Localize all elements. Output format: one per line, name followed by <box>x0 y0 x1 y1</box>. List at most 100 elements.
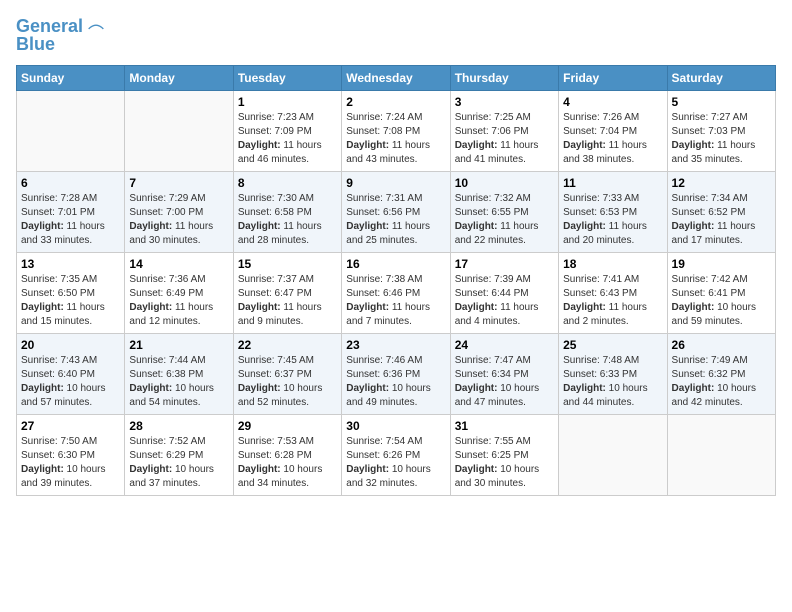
sunset-text: Sunset: 7:08 PM <box>346 125 445 139</box>
sunrise-text: Sunrise: 7:50 AM <box>21 435 120 449</box>
sunrise-text: Sunrise: 7:43 AM <box>21 354 120 368</box>
sunrise-text: Sunrise: 7:31 AM <box>346 192 445 206</box>
daylight-text: Daylight: 10 hours and 52 minutes. <box>238 382 337 410</box>
daylight-text: Daylight: 11 hours and 25 minutes. <box>346 220 445 248</box>
daylight-text: Daylight: 11 hours and 20 minutes. <box>563 220 662 248</box>
calendar-cell: 22Sunrise: 7:45 AMSunset: 6:37 PMDayligh… <box>233 334 341 415</box>
cell-content: Sunrise: 7:23 AMSunset: 7:09 PMDaylight:… <box>238 111 337 167</box>
sunrise-text: Sunrise: 7:35 AM <box>21 273 120 287</box>
daylight-text: Daylight: 10 hours and 54 minutes. <box>129 382 228 410</box>
daylight-text: Daylight: 11 hours and 43 minutes. <box>346 139 445 167</box>
calendar-cell: 30Sunrise: 7:54 AMSunset: 6:26 PMDayligh… <box>342 415 450 496</box>
calendar-cell: 14 Sunrise: 7:36 AMSunset: 6:49 PMDayligh… <box>125 253 233 334</box>
day-number: 7 <box>129 176 228 190</box>
calendar-cell: 9 Sunrise: 7:31 AMSunset: 6:56 PMDaylight… <box>342 172 450 253</box>
calendar-week-row: 20 Sunrise: 7:43 AMSunset: 6:40 PMDayligh… <box>17 334 776 415</box>
calendar-cell <box>125 91 233 172</box>
cell-content: Sunrise: 7:52 AMSunset: 6:29 PMDaylight:… <box>129 435 228 491</box>
cell-content: Sunrise: 7:24 AMSunset: 7:08 PMDaylight:… <box>346 111 445 167</box>
calendar-week-row: 13Sunrise: 7:35 AMSunset: 6:50 PMDayligh… <box>17 253 776 334</box>
sunrise-text: Sunrise: 7:54 AM <box>346 435 445 449</box>
day-number: 20 <box>21 338 120 352</box>
sunrise-text: Sunrise: 7:24 AM <box>346 111 445 125</box>
calendar-week-row: 1Sunrise: 7:23 AMSunset: 7:09 PMDaylight… <box>17 91 776 172</box>
daylight-text: Daylight: 11 hours and 7 minutes. <box>346 301 445 329</box>
sunrise-text: Sunrise: 7:53 AM <box>238 435 337 449</box>
weekday-header: Monday <box>125 66 233 91</box>
calendar-cell: 15Sunrise: 7:37 AMSunset: 6:47 PMDayligh… <box>233 253 341 334</box>
sunrise-text: Sunrise: 7:38 AM <box>346 273 445 287</box>
calendar-cell: 1Sunrise: 7:23 AMSunset: 7:09 PMDaylight… <box>233 91 341 172</box>
daylight-text: Daylight: 11 hours and 2 minutes. <box>563 301 662 329</box>
cell-content: Sunrise: 7:44 AMSunset: 6:38 PMDaylight:… <box>129 354 228 410</box>
cell-content: Sunrise: 7:50 AMSunset: 6:30 PMDaylight:… <box>21 435 120 491</box>
cell-content: Sunrise: 7:38 AMSunset: 6:46 PMDaylight:… <box>346 273 445 329</box>
calendar-week-row: 27Sunrise: 7:50 AMSunset: 6:30 PMDayligh… <box>17 415 776 496</box>
daylight-text: Daylight: 11 hours and 33 minutes. <box>21 220 120 248</box>
sunrise-text: Sunrise: 7:44 AM <box>129 354 228 368</box>
weekday-header: Friday <box>559 66 667 91</box>
day-number: 26 <box>672 338 771 352</box>
daylight-text: Daylight: 10 hours and 57 minutes. <box>21 382 120 410</box>
day-number: 3 <box>455 95 554 109</box>
sunrise-text: Sunrise: 7:45 AM <box>238 354 337 368</box>
daylight-text: Daylight: 11 hours and 35 minutes. <box>672 139 771 167</box>
daylight-text: Daylight: 11 hours and 17 minutes. <box>672 220 771 248</box>
daylight-text: Daylight: 10 hours and 42 minutes. <box>672 382 771 410</box>
day-number: 17 <box>455 257 554 271</box>
sunset-text: Sunset: 6:29 PM <box>129 449 228 463</box>
day-number: 28 <box>129 419 228 433</box>
logo: General Blue <box>16 16 107 55</box>
sunrise-text: Sunrise: 7:30 AM <box>238 192 337 206</box>
sunrise-text: Sunrise: 7:26 AM <box>563 111 662 125</box>
daylight-text: Daylight: 10 hours and 47 minutes. <box>455 382 554 410</box>
day-number: 24 <box>455 338 554 352</box>
sunset-text: Sunset: 6:34 PM <box>455 368 554 382</box>
cell-content: Sunrise: 7:42 AMSunset: 6:41 PMDaylight:… <box>672 273 771 329</box>
cell-content: Sunrise: 7:39 AMSunset: 6:44 PMDaylight:… <box>455 273 554 329</box>
day-number: 23 <box>346 338 445 352</box>
calendar-cell: 23 Sunrise: 7:46 AMSunset: 6:36 PMDayligh… <box>342 334 450 415</box>
calendar-cell: 31Sunrise: 7:55 AMSunset: 6:25 PMDayligh… <box>450 415 558 496</box>
calendar-cell: 27Sunrise: 7:50 AMSunset: 6:30 PMDayligh… <box>17 415 125 496</box>
sunset-text: Sunset: 6:56 PM <box>346 206 445 220</box>
daylight-text: Daylight: 10 hours and 37 minutes. <box>129 463 228 491</box>
day-number: 9 <box>346 176 445 190</box>
daylight-text: Daylight: 10 hours and 49 minutes. <box>346 382 445 410</box>
cell-content: Sunrise: 7:28 AMSunset: 7:01 PMDaylight:… <box>21 192 120 248</box>
sunset-text: Sunset: 6:58 PM <box>238 206 337 220</box>
cell-content: Sunrise: 7:46 AMSunset: 6:36 PMDaylight:… <box>346 354 445 410</box>
day-number: 10 <box>455 176 554 190</box>
header: General Blue <box>16 16 776 55</box>
page-container: General Blue SundayMondayTuesdayWednesda… <box>0 0 792 506</box>
sunset-text: Sunset: 7:03 PM <box>672 125 771 139</box>
cell-content: Sunrise: 7:53 AMSunset: 6:28 PMDaylight:… <box>238 435 337 491</box>
calendar-cell: 7Sunrise: 7:29 AMSunset: 7:00 PMDaylight… <box>125 172 233 253</box>
sunset-text: Sunset: 6:49 PM <box>129 287 228 301</box>
calendar-cell: 25Sunrise: 7:48 AMSunset: 6:33 PMDayligh… <box>559 334 667 415</box>
calendar-cell: 29Sunrise: 7:53 AMSunset: 6:28 PMDayligh… <box>233 415 341 496</box>
cell-content: Sunrise: 7:49 AMSunset: 6:32 PMDaylight:… <box>672 354 771 410</box>
daylight-text: Daylight: 11 hours and 28 minutes. <box>238 220 337 248</box>
calendar-cell: 3Sunrise: 7:25 AMSunset: 7:06 PMDaylight… <box>450 91 558 172</box>
sunrise-text: Sunrise: 7:55 AM <box>455 435 554 449</box>
cell-content: Sunrise: 7:43 AMSunset: 6:40 PMDaylight:… <box>21 354 120 410</box>
cell-content: Sunrise: 7:45 AMSunset: 6:37 PMDaylight:… <box>238 354 337 410</box>
calendar-cell: 13Sunrise: 7:35 AMSunset: 6:50 PMDayligh… <box>17 253 125 334</box>
weekday-header: Thursday <box>450 66 558 91</box>
calendar-cell: 10Sunrise: 7:32 AMSunset: 6:55 PMDayligh… <box>450 172 558 253</box>
sunset-text: Sunset: 6:26 PM <box>346 449 445 463</box>
daylight-text: Daylight: 10 hours and 59 minutes. <box>672 301 771 329</box>
day-number: 14 <box>129 257 228 271</box>
sunrise-text: Sunrise: 7:47 AM <box>455 354 554 368</box>
cell-content: Sunrise: 7:36 AMSunset: 6:49 PMDaylight:… <box>129 273 228 329</box>
day-number: 13 <box>21 257 120 271</box>
daylight-text: Daylight: 10 hours and 44 minutes. <box>563 382 662 410</box>
sunset-text: Sunset: 6:53 PM <box>563 206 662 220</box>
sunrise-text: Sunrise: 7:48 AM <box>563 354 662 368</box>
calendar-table: SundayMondayTuesdayWednesdayThursdayFrid… <box>16 65 776 496</box>
sunset-text: Sunset: 6:43 PM <box>563 287 662 301</box>
sunrise-text: Sunrise: 7:27 AM <box>672 111 771 125</box>
sunset-text: Sunset: 7:06 PM <box>455 125 554 139</box>
daylight-text: Daylight: 10 hours and 30 minutes. <box>455 463 554 491</box>
